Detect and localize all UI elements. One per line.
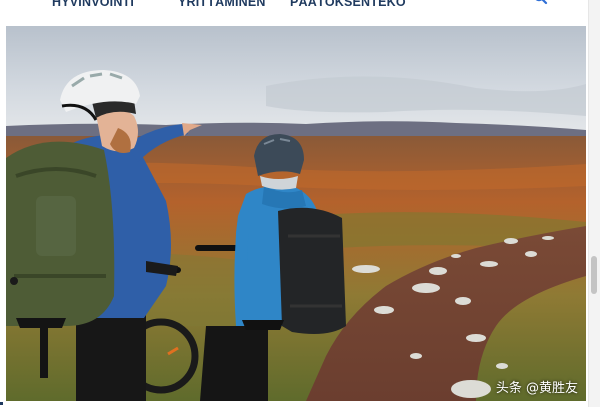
nav-item-hyvinvointi[interactable]: HYVINVOINTI [52,0,134,9]
landscape-photo [6,26,586,401]
top-navigation: HYVINVOINTI YRITTÄMINEN PÄÄTÖKSENTEKO [0,0,588,26]
watermark-text: 头条 @黄胜友 [495,381,578,396]
nav-item-yrittaminen[interactable]: YRITTÄMINEN [178,0,266,9]
hero-image: 头条 @黄胜友 [6,26,586,401]
bottom-strip [0,401,588,407]
vertical-scrollbar[interactable] [588,0,600,407]
scrollbar-thumb[interactable] [591,256,597,294]
corner-marker [0,402,3,405]
search-icon[interactable] [533,0,549,6]
nav-item-paatoksenteko[interactable]: PÄÄTÖKSENTEKO [290,0,406,9]
